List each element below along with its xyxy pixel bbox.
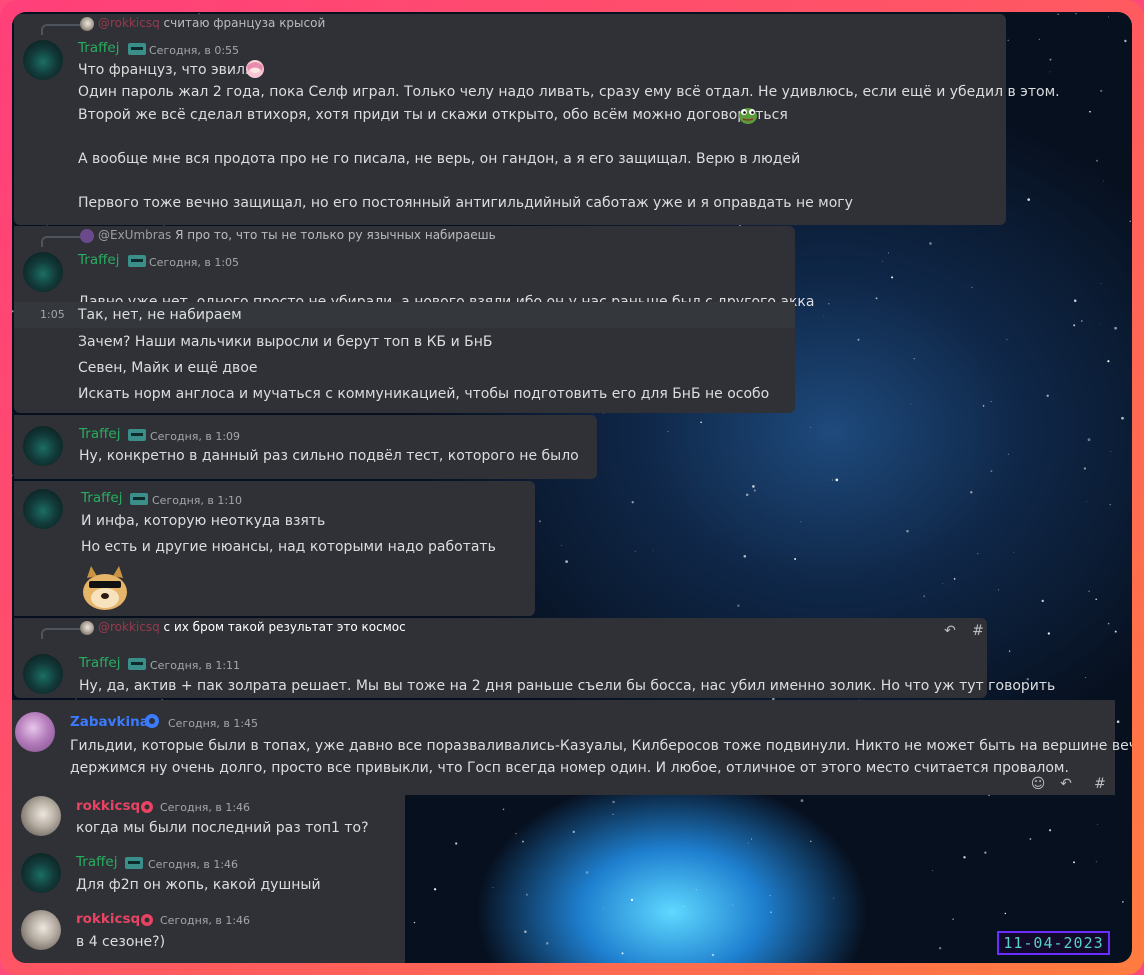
message-line: Что француз, что эвилз: [78, 62, 253, 78]
message-line: Но есть и другие нюансы, над которыми на…: [81, 539, 496, 555]
role-icon: [125, 857, 143, 869]
message-card: rokkicsq Сегодня, в 1:46 когда мы были п…: [12, 791, 405, 963]
timestamp: Сегодня, в 1:46: [160, 801, 251, 814]
message-card: Traffej Сегодня, в 1:09 Ну, конкретно в …: [14, 415, 597, 479]
add-reaction-icon[interactable]: ☺: [1027, 775, 1049, 793]
role-icon: [128, 255, 146, 267]
message-card: @rokkicsq считаю француза крысой Traffej…: [14, 14, 1060, 225]
author-name[interactable]: rokkicsq: [76, 911, 140, 927]
role-icon: [141, 914, 153, 926]
author-name[interactable]: rokkicsq: [76, 798, 140, 814]
avatar[interactable]: [15, 712, 55, 752]
message-line: А вообще мне вся продота про не го писал…: [78, 151, 801, 167]
reply-preview[interactable]: @rokkicsq считаю француза крысой: [98, 16, 325, 30]
message-line: Для ф2п он жопь, какой душный: [76, 877, 321, 893]
doge-sunglasses-sticker[interactable]: [81, 564, 129, 610]
role-icon: [128, 429, 146, 441]
reply-avatar: [80, 621, 94, 635]
role-icon: [141, 801, 153, 813]
avatar[interactable]: [21, 910, 61, 950]
reply-connector: [41, 236, 81, 247]
avatar[interactable]: [21, 796, 61, 836]
reply-arrow-icon[interactable]: ↶: [939, 622, 961, 640]
pepe-emoji-icon: [739, 108, 757, 124]
timestamp: Сегодня, в 1:46: [160, 914, 251, 927]
reply-connector: [41, 628, 81, 639]
timestamp: Сегодня, в 0:55: [149, 44, 240, 57]
timestamp: Сегодня, в 1:05: [149, 256, 240, 269]
role-icon: [128, 658, 146, 670]
author-name[interactable]: Traffej: [81, 490, 122, 506]
message-line: Искать норм англоса и мучаться с коммуни…: [78, 386, 770, 402]
timestamp: Сегодня, в 1:09: [150, 430, 241, 443]
author-name[interactable]: Zabavkina: [70, 714, 149, 730]
message-hover-row: 1:05 Так, нет, не набираем: [14, 302, 795, 328]
message-card: @rokkicsq с их бром такой результат это …: [14, 618, 1055, 698]
role-icon: [128, 43, 146, 55]
avatar[interactable]: [23, 426, 63, 466]
reply-connector: [41, 24, 81, 35]
timestamp: Сегодня, в 1:46: [148, 858, 239, 871]
author-name[interactable]: Traffej: [78, 252, 119, 268]
reply-arrow-icon[interactable]: ↶: [1055, 775, 1077, 793]
message-card: Zabavkina Сегодня, в 1:45 Гильдии, котор…: [12, 700, 1132, 795]
author-name[interactable]: Traffej: [79, 655, 120, 671]
chat-screen: @rokkicsq считаю француза крысой Traffej…: [12, 12, 1132, 963]
author-name[interactable]: Traffej: [78, 40, 119, 56]
role-icon: [130, 493, 148, 505]
timestamp: Сегодня, в 1:45: [168, 717, 259, 730]
reply-avatar: [80, 17, 94, 31]
role-icon: [145, 714, 159, 728]
message-line: И инфа, которую неоткуда взять: [81, 513, 326, 529]
avatar[interactable]: [23, 252, 63, 292]
message-card: Traffej Сегодня, в 1:10 И инфа, которую …: [14, 481, 535, 616]
message-line: Ну, конкретно в данный раз сильно подвёл…: [79, 448, 579, 464]
avatar[interactable]: [23, 489, 63, 529]
author-name[interactable]: Traffej: [76, 854, 117, 870]
message-line: Второй же всё сделал втихоря, хотя приди…: [78, 107, 788, 123]
timestamp: Сегодня, в 1:11: [150, 659, 241, 672]
thread-icon[interactable]: #: [1089, 775, 1111, 793]
message-line: Один пароль жал 2 года, пока Селф играл.…: [78, 84, 1060, 100]
message-line: Гильдии, которые были в топах, уже давно…: [70, 738, 1132, 754]
message-line: Так, нет, не набираем: [78, 307, 242, 323]
message-line: Севен, Майк и ещё двое: [78, 360, 258, 376]
message-line: Ну, да, актив + пак золрата решает. Мы в…: [79, 678, 1056, 694]
avatar[interactable]: [21, 853, 61, 893]
reply-preview[interactable]: @rokkicsq с их бром такой результат это …: [98, 620, 406, 634]
message-line: когда мы были последний раз топ1 то?: [76, 820, 369, 836]
message-line: держимся ну очень долго, просто все прив…: [70, 760, 1069, 776]
avatar[interactable]: [23, 40, 63, 80]
date-stamp: 11-04-2023: [997, 931, 1110, 955]
message-line: Первого тоже вечно защищал, но его посто…: [78, 195, 853, 211]
message-line: в 4 сезоне?): [76, 934, 166, 950]
avatar[interactable]: [23, 654, 63, 694]
timestamp: Сегодня, в 1:10: [152, 494, 243, 507]
hover-timestamp: 1:05: [40, 308, 65, 321]
message-line: Зачем? Наши мальчики выросли и берут топ…: [78, 334, 493, 350]
anime-girl-emoji-icon: [246, 60, 264, 78]
thread-icon[interactable]: #: [967, 622, 989, 640]
reply-preview[interactable]: @ExUmbras Я про то, что ты не только ру …: [98, 228, 496, 242]
author-name[interactable]: Traffej: [79, 426, 120, 442]
reply-avatar: [80, 229, 94, 243]
